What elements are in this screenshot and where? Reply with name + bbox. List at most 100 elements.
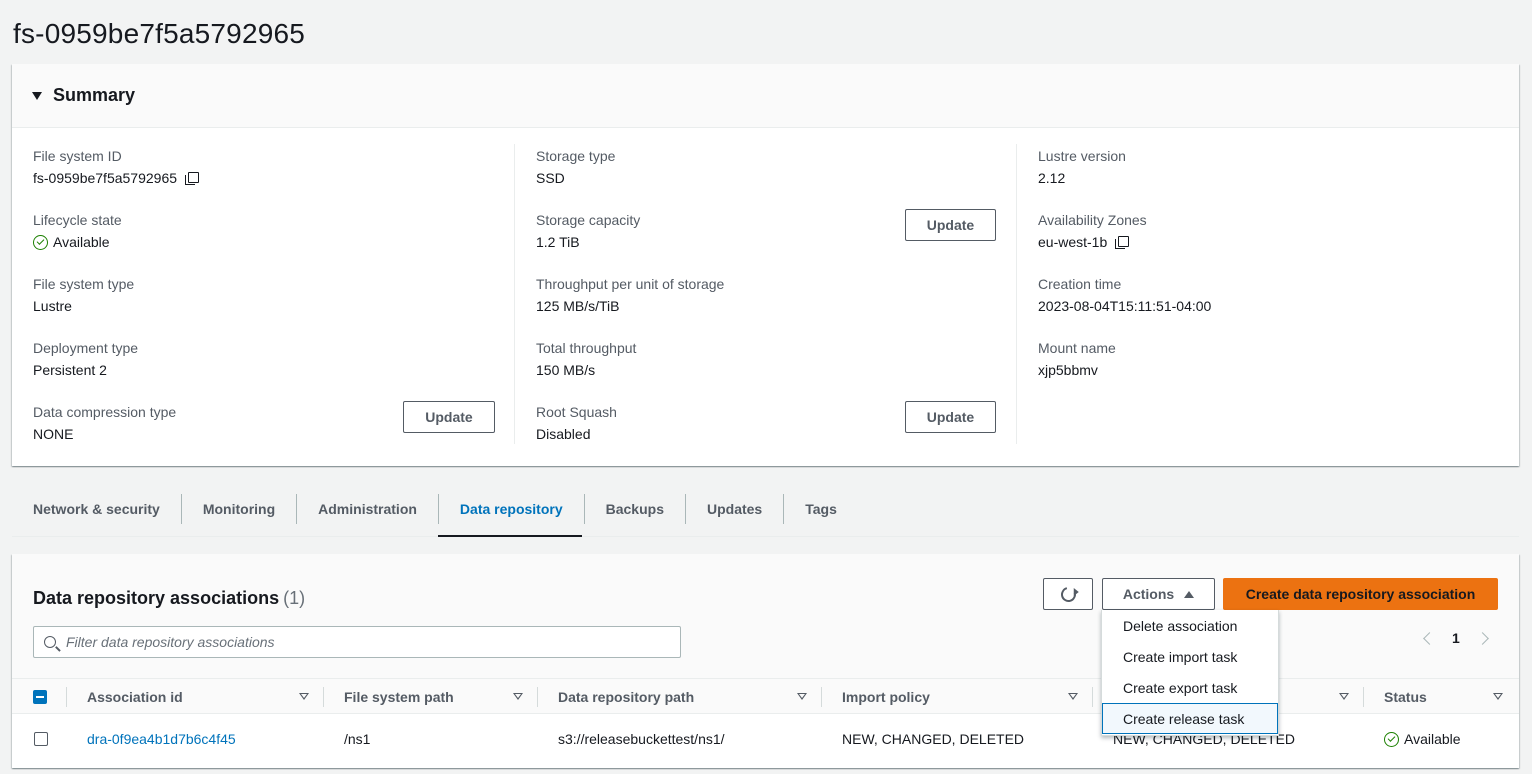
sort-icon[interactable] (1493, 693, 1503, 700)
column-header-fs-path[interactable]: File system path (344, 679, 454, 714)
tab-network-security[interactable]: Network & security (12, 491, 181, 527)
column-separator (537, 687, 538, 707)
column-divider (514, 144, 515, 444)
field-label: Mount name (1038, 340, 1116, 356)
field-label: Total throughput (536, 340, 637, 356)
menu-item-create-export-task[interactable]: Create export task (1102, 672, 1278, 703)
field-creation-time: Creation time 2023-08-04T15:11:51-04:00 (1038, 276, 1211, 314)
status-text: Available (1404, 731, 1461, 747)
search-icon (44, 636, 56, 648)
field-label: Throughput per unit of storage (536, 276, 725, 292)
field-lifecycle-state: Lifecycle state Available (33, 212, 122, 250)
copy-icon[interactable] (185, 171, 200, 185)
chevron-left-icon[interactable] (1423, 631, 1436, 645)
field-throughput-per-unit: Throughput per unit of storage 125 MB/s/… (536, 276, 724, 314)
summary-toggle[interactable]: Summary (12, 64, 1519, 128)
select-all-checkbox[interactable] (33, 690, 47, 704)
lifecycle-value: Available (53, 234, 110, 250)
sort-icon[interactable] (1068, 693, 1078, 700)
refresh-icon (1057, 583, 1079, 605)
tab-tags[interactable]: Tags (784, 491, 858, 527)
field-storage-type: Storage type SSD (536, 148, 615, 186)
column-header-import-policy[interactable]: Import policy (842, 679, 930, 714)
page-number[interactable]: 1 (1452, 630, 1460, 646)
field-value: 150 MB/s (536, 362, 596, 378)
import-policy-cell: NEW, CHANGED, DELETED (842, 731, 1025, 747)
tab-data-repository[interactable]: Data repository (439, 491, 584, 527)
column-separator (66, 687, 67, 707)
tab-monitoring[interactable]: Monitoring (182, 491, 296, 527)
field-label: File system ID (33, 148, 122, 164)
field-label: File system type (33, 276, 135, 292)
table-row[interactable]: dra-0f9ea4b1d7b6c4f45 /ns1 s3://releaseb… (12, 714, 1519, 764)
refresh-button[interactable] (1043, 578, 1093, 610)
actions-label: Actions (1122, 586, 1175, 602)
field-mount-name: Mount name xjp5bbmv (1038, 340, 1116, 378)
field-value: Persistent 2 (33, 362, 107, 378)
field-value: 125 MB/s/TiB (536, 298, 620, 314)
field-storage-capacity: Storage capacity 1.2 TiB (536, 212, 640, 250)
sort-icon[interactable] (797, 693, 807, 700)
field-value: SSD (536, 170, 565, 186)
repo-path-cell: s3://releasebuckettest/ns1/ (558, 731, 725, 747)
field-label: Lifecycle state (33, 212, 122, 228)
field-lustre-version: Lustre version 2.12 (1038, 148, 1126, 186)
sort-icon[interactable] (513, 693, 523, 700)
actions-button[interactable]: Actions (1102, 578, 1215, 610)
tab-updates[interactable]: Updates (686, 491, 783, 527)
page-title: fs-0959be7f5a5792965 (13, 18, 306, 49)
table-header: Association id File system path Data rep… (12, 678, 1519, 714)
dra-header: Data repository associations (1) Actions … (12, 554, 1519, 678)
field-availability-zones: Availability Zones eu-west-1b (1038, 212, 1147, 250)
az-value: eu-west-1b (1038, 234, 1108, 250)
sort-icon[interactable] (299, 693, 309, 700)
fs-path-cell: /ns1 (344, 731, 371, 747)
field-value: 2.12 (1038, 170, 1066, 186)
field-value: fs-0959be7f5a5792965 (33, 170, 200, 186)
field-data-compression: Data compression type NONE (33, 404, 176, 442)
column-header-status[interactable]: Status (1384, 679, 1427, 714)
tab-backups[interactable]: Backups (585, 491, 685, 527)
filter-field[interactable] (33, 626, 681, 658)
field-label: Deployment type (33, 340, 139, 356)
status-available-icon (33, 234, 48, 250)
row-checkbox[interactable] (34, 732, 48, 746)
tab-bar: Network & security Monitoring Administra… (12, 491, 858, 537)
create-association-button[interactable]: Create data repository association (1223, 578, 1498, 610)
sort-icon[interactable] (1339, 693, 1349, 700)
menu-item-create-import-task[interactable]: Create import task (1102, 641, 1278, 672)
field-label: Availability Zones (1038, 212, 1147, 228)
summary-panel: Summary File system ID fs-0959be7f5a5792… (12, 64, 1519, 466)
column-separator (821, 687, 822, 707)
tab-administration[interactable]: Administration (297, 491, 438, 527)
menu-item-create-release-task[interactable]: Create release task (1102, 703, 1278, 734)
pagination: 1 (1423, 630, 1489, 646)
dra-count: (1) (283, 588, 306, 608)
caret-down-icon (32, 91, 42, 100)
update-capacity-button[interactable]: Update (905, 209, 996, 241)
field-value: Lustre (33, 298, 72, 314)
chevron-right-icon[interactable] (1475, 631, 1489, 645)
update-root-squash-button[interactable]: Update (905, 401, 996, 433)
field-file-system-type: File system type Lustre (33, 276, 134, 314)
field-value: 2023-08-04T15:11:51-04:00 (1038, 298, 1212, 314)
copy-icon[interactable] (1115, 235, 1130, 249)
field-label: Data compression type (33, 404, 177, 420)
column-header-repo-path[interactable]: Data repository path (558, 679, 694, 714)
column-separator (1363, 687, 1364, 707)
column-header-association-id[interactable]: Association id (87, 679, 183, 714)
status-cell: Available (1384, 714, 1461, 764)
filter-input[interactable] (66, 634, 666, 650)
caret-up-icon (1184, 590, 1195, 598)
column-separator (1092, 687, 1093, 707)
status-available-icon (1384, 731, 1399, 747)
active-tab-indicator (438, 535, 582, 537)
field-value: 1.2 TiB (536, 234, 580, 250)
file-system-id-value: fs-0959be7f5a5792965 (33, 170, 178, 186)
field-label: Lustre version (1038, 148, 1126, 164)
field-value: Disabled (536, 426, 591, 442)
update-compression-button[interactable]: Update (403, 401, 495, 433)
menu-item-delete-association[interactable]: Delete association (1102, 610, 1278, 641)
association-id-link[interactable]: dra-0f9ea4b1d7b6c4f45 (87, 714, 236, 764)
dra-title: Data repository associations (1) (33, 588, 305, 609)
